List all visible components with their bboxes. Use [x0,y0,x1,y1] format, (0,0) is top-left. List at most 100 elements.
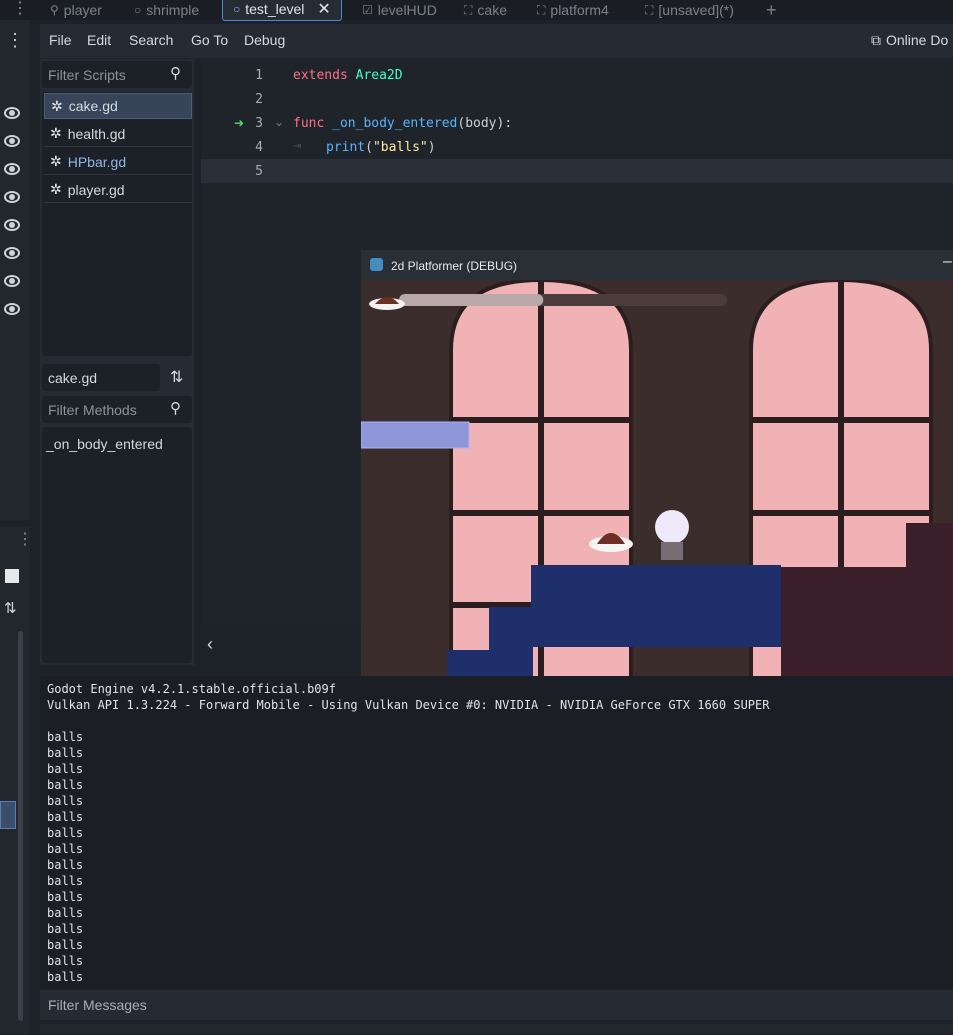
output-line: balls [47,890,84,904]
output-line: balls [47,794,84,808]
menu-search[interactable]: Search [129,24,173,56]
dark-wall [781,567,953,692]
list-item-cake-gd[interactable]: ✲ cake.gd [44,93,192,119]
output-line: balls [47,810,84,824]
area-icon: ⛶ [464,2,473,17]
game-window-titlebar[interactable]: 2d Platformer (DEBUG) – [361,250,953,280]
filter-scripts-input[interactable]: Filter Scripts [48,67,126,83]
output-panel: Godot Engine v4.2.1.stable.official.b09f… [40,676,953,988]
output-line: balls [47,970,84,984]
menu-edit[interactable]: Edit [87,24,111,56]
script-menu-bar: File Edit Search Go To Debug ⧉ Online Do [40,24,953,58]
output-line: balls [47,778,84,792]
inspector-dock: ⋮ ⇅ [0,527,33,1035]
line-number: 3 [255,116,263,131]
output-line: balls [47,858,84,872]
dark-wall [906,523,953,573]
sort-icon[interactable]: ⇅ [4,599,17,617]
output-line: balls [47,762,84,776]
search-icon: ⚲ [170,400,181,417]
output-line: balls [47,746,84,760]
platform-main [531,565,781,647]
filter-methods-input[interactable]: Filter Methods [48,402,137,418]
game-scene [361,280,953,702]
script-list-panel: Filter Scripts ⚲ ✲ cake.gd ✲ health.gd ✲ HP… [40,59,194,665]
circle-icon: ○ [233,2,241,16]
area-icon: ⛶ [645,2,654,17]
health-bar-fill [399,294,544,306]
online-docs-link[interactable]: ⧉ Online Do [871,24,948,56]
close-icon[interactable]: ✕ [317,0,330,19]
list-item-health-gd[interactable]: ✲ health.gd [44,121,192,147]
player-character [655,510,689,544]
filter-scripts-field[interactable]: Filter Scripts ⚲ [42,61,192,88]
chevron-left-icon[interactable]: ‹ [207,634,213,655]
scene-tab-bar: ⋮ ⚲ player ○ shrimple ○ test_level ✕ ☑ level… [0,0,953,21]
list-item-hpbar-gd[interactable]: ✲ HPbar.gd [44,149,192,175]
tab-cake[interactable]: ⛶ cake [464,0,507,20]
tab-levelhud[interactable]: ☑ levelHUD [362,0,437,20]
visibility-eye-icon[interactable] [4,219,20,231]
dock-menu-icon[interactable]: ⋮ [12,0,28,18]
list-item-player-gd[interactable]: ✲ player.gd [44,177,192,203]
output-line: Godot Engine v4.2.1.stable.official.b09f [47,682,336,696]
game-window-title: 2d Platformer (DEBUG) [391,259,518,273]
filter-methods-field[interactable]: Filter Methods ⚲ [42,396,192,423]
line-number: 1 [255,68,263,83]
external-link-icon: ⧉ [871,32,881,48]
visibility-eye-icon[interactable] [4,303,20,315]
visibility-eye-icon[interactable] [4,163,20,175]
gear-icon: ✲ [50,153,62,169]
tab-unsaved[interactable]: ⛶ [unsaved](*) [645,0,734,20]
bottom-panel-tabs [40,1024,953,1035]
line-number: 2 [255,92,263,107]
code-line-1: extends Area2D [293,68,403,83]
output-line: balls [47,826,84,840]
line-number: 4 [255,140,263,155]
static-icon: ⛶ [537,2,546,17]
code-line-4: print("balls") [326,140,436,155]
search-icon: ⚲ [170,65,181,82]
visibility-eye-icon[interactable] [4,107,20,119]
kebab-menu-icon[interactable]: ⋮ [6,30,24,51]
tab-shrimple[interactable]: ○ shrimple [134,0,199,20]
visibility-eye-icon[interactable] [4,247,20,259]
platform-step [489,607,533,687]
scene-dock: ⋮ [0,20,30,520]
filter-messages-input[interactable]: Filter Messages [48,997,147,1013]
control-icon: ☑ [362,3,373,17]
visibility-eye-icon[interactable] [4,135,20,147]
game-debug-window[interactable]: 2d Platformer (DEBUG) – [361,250,953,702]
visibility-eye-icon[interactable] [4,275,20,287]
menu-debug[interactable]: Debug [244,24,285,56]
method-item[interactable]: _on_body_entered [46,436,163,452]
method-list: _on_body_entered [42,427,192,663]
circle-icon: ○ [134,3,142,17]
tab-indent-icon: ⇥ [293,141,302,152]
visibility-eye-icon[interactable] [4,191,20,203]
kebab-menu-icon[interactable]: ⋮ [17,529,33,549]
fold-chevron-icon[interactable]: ⌄ [274,115,284,129]
tab-test-level[interactable]: ○ test_level ✕ [222,0,342,21]
tab-player[interactable]: ⚲ player [50,0,102,20]
output-line: balls [47,906,84,920]
menu-file[interactable]: File [49,24,72,56]
menu-go-to[interactable]: Go To [191,24,228,56]
minimize-icon[interactable]: – [943,253,952,271]
godot-logo-icon [370,258,383,271]
output-line: balls [47,874,84,888]
current-line-highlight [201,159,953,183]
gear-icon: ✲ [51,97,63,114]
filter-messages-field[interactable]: Filter Messages [40,990,953,1020]
add-tab-icon[interactable]: + [766,0,777,20]
stop-icon[interactable] [5,569,19,583]
sort-icon[interactable]: ⇅ [170,367,183,387]
output-line: balls [47,842,84,856]
selected-row[interactable] [0,801,16,829]
script-list: ✲ cake.gd ✲ health.gd ✲ HPbar.gd ✲ player.gd [42,92,192,356]
tab-platform4[interactable]: ⛶ platform4 [537,0,609,20]
output-line: balls [47,922,84,936]
scrollbar[interactable] [18,631,23,1021]
code-line-3: func _on_body_entered(body): [293,116,513,131]
gear-icon: ✲ [50,181,62,197]
